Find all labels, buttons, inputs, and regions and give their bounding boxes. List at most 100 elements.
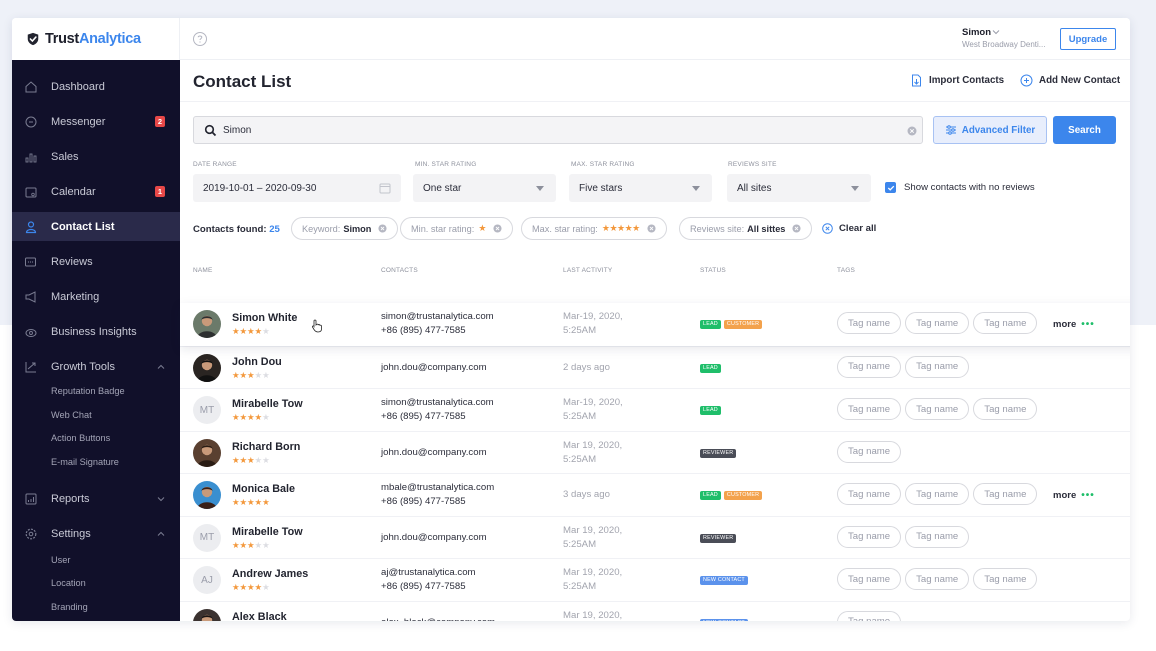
tag-pill[interactable]: Tag name [837,483,902,505]
table-row[interactable]: Alex Black ★★★★★ alex_black@company.com … [180,600,1130,622]
add-new-contact-button[interactable]: Add New Contact [1020,74,1120,87]
max-star-select[interactable]: Five stars [569,174,712,202]
tag-pill[interactable]: Tag name [973,483,1038,505]
search-input[interactable] [223,123,883,138]
user-menu[interactable]: Simon [962,27,991,38]
search-field[interactable] [193,116,923,144]
sidebar-item-calendar[interactable]: Calendar 1 [12,177,180,206]
chevron-down-icon[interactable] [992,29,1000,35]
sidebar-subitem-web-chat[interactable]: Web Chat [51,410,92,420]
help-chat-icon[interactable] [192,31,208,47]
filter-chip-reviews-site[interactable]: Reviews site: All sittes [679,217,813,240]
avatar[interactable] [193,481,221,509]
advanced-filter-button[interactable]: Advanced Filter [933,116,1047,144]
avatar[interactable] [193,608,221,621]
sidebar-item-business-insights[interactable]: Business Insights [12,317,180,346]
more-tags-button[interactable]: more ••• [1053,319,1095,330]
logo[interactable]: TrustAnalytica [12,18,180,60]
column-header-status[interactable]: STATUS [700,267,726,274]
filter-chip-min-star[interactable]: Min. star rating: ★ [400,217,513,240]
remove-chip-icon[interactable] [493,224,502,233]
contact-email[interactable]: john.dou@company.com [381,446,487,460]
contact-email[interactable]: mbale@trustanalytica.com [381,481,494,495]
avatar[interactable]: MT [193,523,221,552]
sidebar-item-messenger[interactable]: Messenger 2 [12,107,180,136]
sidebar-subitem-reputation-badge[interactable]: Reputation Badge [51,386,125,396]
tag-pill[interactable]: Tag name [837,398,902,420]
sidebar-subitem-branding[interactable]: Branding [51,602,88,612]
sidebar-subitem-location[interactable]: Location [51,578,86,588]
avatar[interactable]: MT [193,396,221,424]
checkbox-checked-icon[interactable] [885,182,896,193]
contact-email[interactable]: john.dou@company.com [381,361,487,375]
chevron-up-icon[interactable] [157,530,165,538]
table-row[interactable]: John Dou ★★★★★ john.dou@company.com 2 da… [180,345,1130,389]
tag-pill[interactable]: Tag name [905,355,970,378]
date-range-picker[interactable]: 2019-10-01 – 2020-09-30 [193,174,401,202]
avatar[interactable]: AJ [193,566,221,594]
tag-pill[interactable]: Tag name [837,312,902,334]
show-no-reviews-checkbox[interactable]: Show contacts with no reviews [885,182,1035,193]
avatar[interactable] [193,353,221,382]
contact-email[interactable]: aj@trustanalytica.com [381,566,476,580]
clear-search-icon[interactable] [907,126,917,136]
contact-name[interactable]: Monica Bale [232,483,295,495]
chevron-down-icon[interactable] [157,495,165,503]
contact-name[interactable]: John Dou [232,356,282,368]
sidebar-item-dashboard[interactable]: Dashboard [12,72,180,101]
tag-pill[interactable]: Tag name [837,610,902,621]
column-header-last-activity[interactable]: LAST ACTIVITY [563,267,612,274]
contact-name[interactable]: Richard Born [232,441,300,453]
contact-name[interactable]: Simon White [232,312,297,324]
tag-pill[interactable]: Tag name [905,568,970,590]
table-row[interactable]: MT Mirabelle Tow ★★★★★ john.dou@company.… [180,515,1130,559]
tag-pill[interactable]: Tag name [973,568,1038,590]
sidebar-item-settings[interactable]: Settings [12,519,180,548]
more-tags-button[interactable]: more ••• [1053,490,1095,501]
remove-chip-icon[interactable] [378,224,387,233]
contact-name[interactable]: Mirabelle Tow [232,526,303,538]
tag-pill[interactable]: Tag name [905,312,970,334]
sidebar-item-contact-list[interactable]: Contact List [12,212,180,241]
tag-pill[interactable]: Tag name [837,440,902,463]
sidebar-subitem-action-buttons[interactable]: Action Buttons [51,433,110,443]
import-contacts-button[interactable]: Import Contacts [910,74,1004,87]
tag-pill[interactable]: Tag name [973,312,1038,334]
min-star-select[interactable]: One star [413,174,556,202]
contact-name[interactable]: Alex Black [232,611,287,622]
table-row[interactable]: Monica Bale ★★★★★ mbale@trustanalytica.c… [180,473,1130,516]
table-row[interactable]: Richard Born ★★★★★ john.dou@company.com … [180,430,1130,474]
sidebar-item-marketing[interactable]: Marketing [12,282,180,311]
sidebar-item-sales[interactable]: Sales [12,142,180,171]
filter-chip-max-star[interactable]: Max. star rating: ★★★★★ [521,217,667,240]
sidebar-subitem-user[interactable]: User [51,555,70,565]
column-header-tags[interactable]: TAGS [837,267,855,274]
clear-all-button[interactable]: Clear all [822,223,876,234]
upgrade-button[interactable]: Upgrade [1060,28,1116,50]
avatar[interactable] [193,438,221,467]
sidebar-item-growth-tools[interactable]: Growth Tools [12,352,180,381]
column-header-contacts[interactable]: CONTACTS [381,267,418,274]
search-button[interactable]: Search [1053,116,1116,144]
tag-pill[interactable]: Tag name [905,483,970,505]
tag-pill[interactable]: Tag name [973,398,1038,420]
table-row[interactable]: MT Mirabelle Tow ★★★★★ simon@trustanalyt… [180,388,1130,431]
contact-phone[interactable]: +86 (895) 477-7585 [381,410,494,424]
contact-name[interactable]: Mirabelle Tow [232,398,303,410]
tag-pill[interactable]: Tag name [837,355,902,378]
contact-phone[interactable]: +86 (895) 477-7585 [381,324,494,338]
remove-chip-icon[interactable] [792,224,801,233]
avatar[interactable] [193,310,221,338]
table-row[interactable]: AJ Andrew James ★★★★★ aj@trustanalytica.… [180,558,1130,601]
contact-name[interactable]: Andrew James [232,568,308,580]
tag-pill[interactable]: Tag name [905,525,970,548]
contact-email[interactable]: simon@trustanalytica.com [381,310,494,324]
sidebar-item-reports[interactable]: Reports [12,484,180,513]
tag-pill[interactable]: Tag name [837,568,902,590]
sidebar-subitem-email-signature[interactable]: E-mail Signature [51,457,119,467]
contact-email[interactable]: john.dou@company.com [381,531,487,545]
contact-email[interactable]: simon@trustanalytica.com [381,396,494,410]
contact-email[interactable]: alex_black@company.com [381,616,495,622]
tag-pill[interactable]: Tag name [837,525,902,548]
reviews-site-select[interactable]: All sites [727,174,871,202]
